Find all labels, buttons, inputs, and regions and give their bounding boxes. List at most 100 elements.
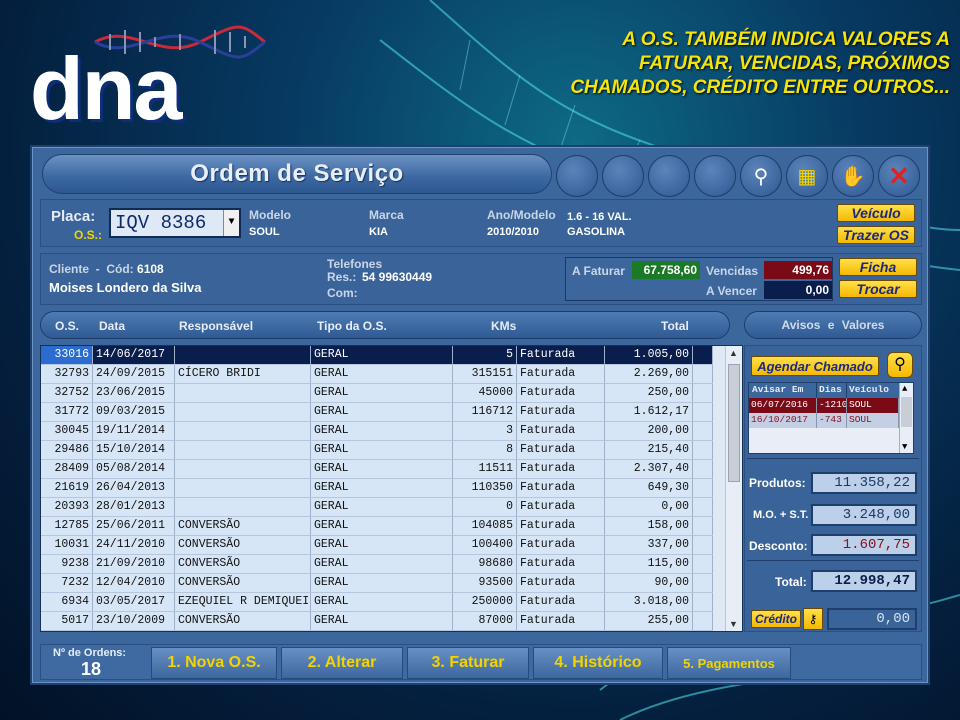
table-cell: 12785 [41,517,93,535]
table-row[interactable]: 32752 23/06/2015 GERAL 45000 Faturada 250,00 [41,384,713,403]
table-cell: CONVERSÃO [175,517,311,535]
boxes-button[interactable]: ▦ [786,155,828,197]
table-cell [175,384,311,402]
table-cell: 110350 [453,479,517,497]
aviso-row[interactable]: 06/07/2016 -1210 SOUL [749,398,913,413]
table-cell: Faturada [517,593,605,611]
blank-circle-button[interactable] [602,155,644,197]
table-row[interactable]: 5017 23/10/2009 CONVERSÃO GERAL 87000 Faturad… [41,612,713,631]
table-cell [175,403,311,421]
table-cell: 100400 [453,536,517,554]
table-cell: 0 [453,498,517,516]
pagamentos-button[interactable]: 5. Pagamentos [667,647,791,679]
magnifier-icon: ⚲ [894,356,906,373]
vencidas-value: 499,76 [764,261,832,279]
faturar-button[interactable]: 3. Faturar [407,647,529,679]
table-cell: 21619 [41,479,93,497]
logo-wordmark: dna [30,39,182,138]
table-cell: 158,00 [605,517,693,535]
table-cell: 200,00 [605,422,693,440]
table-cell: GERAL [311,536,453,554]
ficha-button[interactable]: Ficha [839,258,917,276]
table-cell: 116712 [453,403,517,421]
table-cell [175,460,311,478]
table-cell: 33016 [41,346,93,364]
search-button[interactable]: ⚲ [740,155,782,197]
agendar-search-button[interactable]: ⚲ [887,352,913,378]
ordens-label: Nº de Ordens: [53,647,127,659]
table-row[interactable]: 9238 21/09/2010 CONVERSÃO GERAL 98680 Faturad… [41,555,713,574]
table-cell: Faturada [517,574,605,592]
blank-circle-button[interactable] [694,155,736,197]
historico-button[interactable]: 4. Histórico [533,647,663,679]
table-cell: 98680 [453,555,517,573]
table-cell: Faturada [517,365,605,383]
table-cell: 115,00 [605,555,693,573]
table-cell: 31772 [41,403,93,421]
desconto-value: 1.607,75 [811,534,917,556]
table-cell [693,555,713,573]
avisos-scrollbar[interactable]: ▲ ▼ [899,383,913,453]
scroll-down-icon[interactable]: ▼ [729,619,738,629]
agendar-chamado-button[interactable]: Agendar Chamado [751,356,879,376]
aviso-cell: 16/10/2017 [749,413,817,428]
table-row[interactable]: 32793 24/09/2015 CÍCERO BRIDI GERAL 315151 Fa… [41,365,713,384]
table-row[interactable]: 33016 14/06/2017 GERAL 5 Faturada 1.005,00 [41,346,713,365]
table-cell: CÍCERO BRIDI [175,365,311,383]
table-row[interactable]: 30045 19/11/2014 GERAL 3 Faturada 200,00 [41,422,713,441]
table-row[interactable]: 6934 03/05/2017 EZEQUIEL R DEMIQUEI GERAL 25… [41,593,713,612]
table-row[interactable]: 21619 26/04/2013 GERAL 110350 Faturada 649,30 [41,479,713,498]
table-cell: Faturada [517,517,605,535]
table-row[interactable]: 31772 09/03/2015 GERAL 116712 Faturada 1.612,… [41,403,713,422]
blank-circle-button[interactable] [556,155,598,197]
table-cell [693,384,713,402]
scroll-down-icon[interactable]: ▼ [902,442,907,452]
table-row[interactable]: 10031 24/11/2010 CONVERSÃO GERAL 100400 Fatur… [41,536,713,555]
table-cell: 45000 [453,384,517,402]
table-cell: 32752 [41,384,93,402]
trocar-button[interactable]: Trocar [839,280,917,298]
table-cell: 1.005,00 [605,346,693,364]
alterar-button[interactable]: 2. Alterar [281,647,403,679]
table-cell: GERAL [311,479,453,497]
nova-os-button[interactable]: 1. Nova O.S. [151,647,277,679]
placa-select[interactable]: IQV 8386 ▼ [109,208,241,238]
service-order-window: Ordem de Serviço ⚲ ▦ ✋ ✕ Placa: O.S.: IQ… [30,145,930,685]
table-row[interactable]: 12785 25/06/2011 CONVERSÃO GERAL 104085 Fatur… [41,517,713,536]
a-vencer-label: A Vencer [706,284,757,298]
total-label: Total: [775,575,807,589]
handshake-button[interactable]: ✋ [832,155,874,197]
scroll-thumb[interactable] [728,364,740,482]
table-row[interactable]: 29486 15/10/2014 GERAL 8 Faturada 215,40 [41,441,713,460]
table-cell: 649,30 [605,479,693,497]
table-cell: 337,00 [605,536,693,554]
table-row[interactable]: 20393 28/01/2013 GERAL 0 Faturada 0,00 [41,498,713,517]
table-cell: GERAL [311,555,453,573]
table-cell: 32793 [41,365,93,383]
table-cell: 15/10/2014 [93,441,175,459]
credito-button[interactable]: Crédito [751,610,801,628]
table-scrollbar[interactable]: ▲ ▼ [725,346,742,631]
table-cell: 255,00 [605,612,693,630]
blank-circle-button[interactable] [648,155,690,197]
table-row[interactable]: 7232 12/04/2010 CONVERSÃO GERAL 93500 Faturad… [41,574,713,593]
table-cell: 19/11/2014 [93,422,175,440]
table-cell [693,403,713,421]
table-row[interactable]: 28409 05/08/2014 GERAL 11511 Faturada 2.307,4… [41,460,713,479]
desconto-label: Desconto: [749,539,808,553]
table-cell: 29486 [41,441,93,459]
table-cell: 24/11/2010 [93,536,175,554]
table-cell: 10031 [41,536,93,554]
scroll-up-icon[interactable]: ▲ [902,384,907,394]
trazer-os-button[interactable]: Trazer OS [837,226,915,244]
table-cell [175,441,311,459]
veiculo-button[interactable]: Veículo [837,204,915,222]
credito-key-button[interactable]: ⚷ [803,608,823,630]
placa-label: Placa: [51,208,96,225]
close-button[interactable]: ✕ [878,155,920,197]
table-cell: GERAL [311,384,453,402]
aviso-row[interactable]: 16/10/2017 -743 SOUL [749,413,913,428]
scroll-up-icon[interactable]: ▲ [729,348,738,358]
scroll-thumb[interactable] [901,397,912,427]
table-cell: Faturada [517,498,605,516]
